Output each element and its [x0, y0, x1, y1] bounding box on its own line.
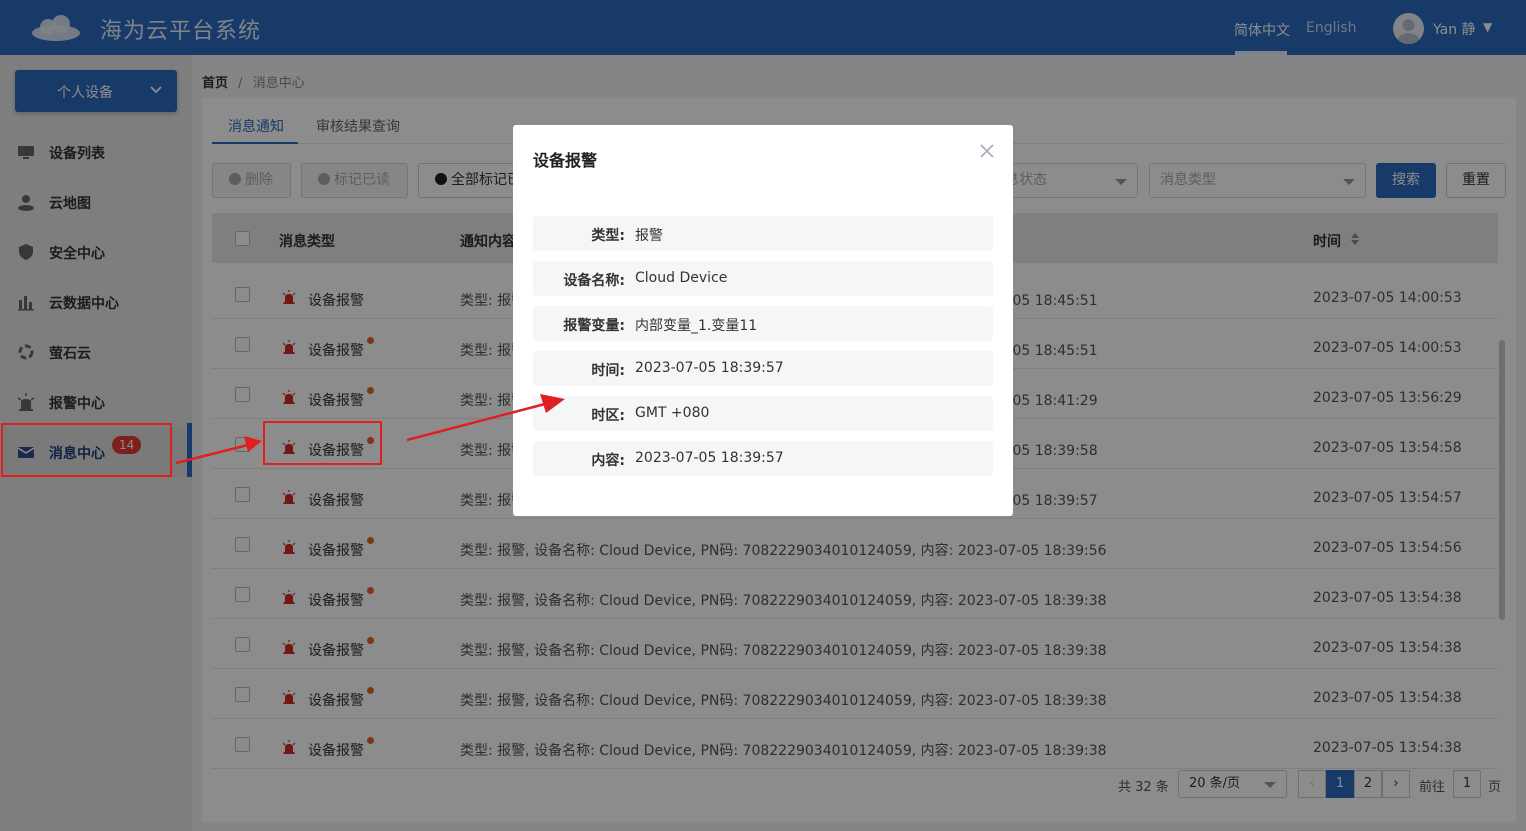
annotation-highlight-sidebar: [1, 423, 172, 477]
detail-value: GMT +080: [635, 405, 710, 421]
detail-row-timezone: 时区: GMT +080: [533, 396, 993, 431]
alarm-detail-dialog: 设备报警 类型: 报警 设备名称: Cloud Device 报警变量: 内部变量_1…: [513, 125, 1013, 516]
detail-value: 报警: [635, 228, 663, 244]
detail-value: 内部变量_1.变量11: [635, 318, 758, 334]
detail-row-type: 类型: 报警: [533, 216, 993, 251]
detail-key: 类型:: [591, 228, 625, 244]
detail-key: 时区:: [591, 408, 625, 424]
detail-key: 内容:: [591, 453, 625, 469]
close-icon[interactable]: [977, 141, 997, 161]
detail-row-device-name: 设备名称: Cloud Device: [533, 261, 993, 296]
detail-key: 设备名称:: [563, 273, 625, 289]
detail-key: 时间:: [591, 363, 625, 379]
dialog-title: 设备报警: [533, 151, 598, 170]
detail-value: 2023-07-05 18:39:57: [635, 450, 784, 466]
detail-key: 报警变量:: [563, 318, 625, 334]
detail-value: 2023-07-05 18:39:57: [635, 360, 784, 376]
annotation-highlight-row: [263, 421, 382, 465]
detail-value: Cloud Device: [635, 270, 728, 286]
detail-row-alarm-variable: 报警变量: 内部变量_1.变量11: [533, 306, 993, 341]
detail-row-content: 内容: 2023-07-05 18:39:57: [533, 441, 993, 476]
detail-row-time: 时间: 2023-07-05 18:39:57: [533, 351, 993, 386]
